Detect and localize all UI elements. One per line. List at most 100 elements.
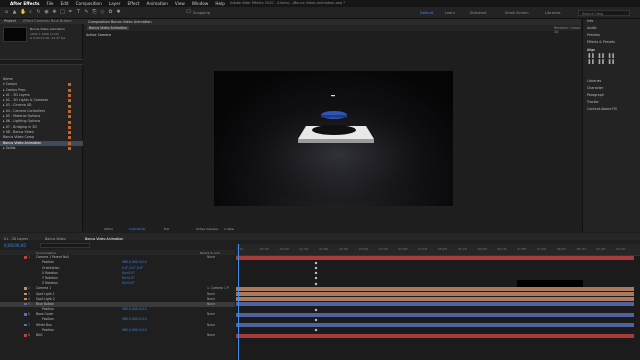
menu-file[interactable]: File bbox=[47, 1, 54, 6]
label-color-swatch[interactable] bbox=[68, 141, 71, 145]
pen-tool-icon[interactable]: ✒ bbox=[68, 10, 73, 15]
layer-label-color[interactable] bbox=[24, 292, 27, 296]
layer-label-color[interactable] bbox=[24, 313, 27, 316]
property-track[interactable] bbox=[236, 328, 634, 333]
menu-edit[interactable]: Edit bbox=[61, 1, 69, 6]
zoom-level[interactable]: (50%) bbox=[104, 227, 113, 231]
label-color-swatch[interactable] bbox=[68, 104, 71, 108]
rotate-tool-icon[interactable]: ↻ bbox=[36, 10, 41, 15]
source-name-header[interactable]: Source Name bbox=[36, 251, 56, 255]
layer-name[interactable]: Position bbox=[42, 307, 54, 311]
layer-duration-bar[interactable] bbox=[236, 302, 634, 307]
layer-label-color[interactable] bbox=[24, 323, 27, 327]
layer-name[interactable]: Position bbox=[42, 260, 54, 264]
composition-tab[interactable]: Composition Bonus Video Animation bbox=[88, 20, 152, 24]
property-track[interactable] bbox=[236, 266, 634, 270]
menu-view[interactable]: View bbox=[175, 1, 185, 6]
workspace-standard[interactable]: Standard bbox=[470, 11, 486, 15]
eraser-tool-icon[interactable]: ◇ bbox=[100, 10, 105, 15]
parent-select[interactable]: None bbox=[207, 333, 215, 337]
menu-help[interactable]: Help bbox=[215, 1, 225, 6]
layer-name[interactable]: Spot Light 2 bbox=[36, 297, 55, 301]
property-value[interactable]: 0x+0.0° bbox=[122, 276, 135, 280]
roto-tool-icon[interactable]: ✿ bbox=[108, 10, 113, 15]
pan-behind-tool-icon[interactable]: ✥ bbox=[52, 10, 57, 15]
workspace-default[interactable]: Default bbox=[420, 11, 433, 15]
menu-composition[interactable]: Composition bbox=[76, 1, 102, 6]
layer-duration-bar[interactable] bbox=[236, 323, 634, 328]
layer-name[interactable]: Camera 1 bbox=[36, 286, 51, 290]
layer-label-color[interactable] bbox=[24, 297, 27, 301]
property-value[interactable]: 0x+0.0° bbox=[122, 281, 135, 285]
label-color-swatch[interactable] bbox=[68, 109, 71, 113]
panel-info[interactable]: Info bbox=[587, 19, 593, 23]
layer-label-color[interactable] bbox=[24, 302, 27, 306]
menu-layer[interactable]: Layer bbox=[109, 1, 121, 6]
layer-duration-bar[interactable] bbox=[236, 286, 634, 291]
project-item[interactable]: ▸ Solids bbox=[0, 146, 83, 151]
camera-tool-icon[interactable]: ◉ bbox=[44, 10, 49, 15]
menu-effect[interactable]: Effect bbox=[127, 1, 139, 6]
layer-name[interactable]: Orientation bbox=[42, 266, 59, 270]
label-color-swatch[interactable] bbox=[68, 120, 71, 124]
timeline-search-input[interactable] bbox=[40, 243, 90, 248]
comp-canvas[interactable] bbox=[214, 71, 453, 206]
label-color-swatch[interactable] bbox=[68, 99, 71, 103]
property-value[interactable]: 0.0°,0.0°,0.0° bbox=[122, 266, 143, 270]
layer-name[interactable]: X Rotation bbox=[42, 271, 58, 275]
align-buttons[interactable]: ▐▌▐▌▐▌ bbox=[587, 53, 637, 58]
layer-name[interactable]: White Box bbox=[36, 323, 52, 327]
views-layout-select[interactable]: 1 View bbox=[224, 227, 234, 231]
layer-duration-bar[interactable] bbox=[236, 333, 634, 338]
layer-row[interactable]: 8 BKG None bbox=[0, 333, 235, 338]
layer-name[interactable]: Y Rotation bbox=[42, 276, 58, 280]
panel-tracker[interactable]: Tracker bbox=[587, 100, 599, 104]
parent-select[interactable]: None bbox=[207, 312, 215, 316]
property-value[interactable]: 960.0,540.0,0.0 bbox=[122, 260, 147, 264]
layer-name[interactable]: Position bbox=[42, 317, 54, 321]
layer-label-color[interactable] bbox=[24, 287, 27, 290]
rectangle-tool-icon[interactable]: □ bbox=[60, 10, 65, 15]
label-color-swatch[interactable] bbox=[68, 88, 71, 92]
label-color-swatch[interactable] bbox=[68, 115, 71, 119]
workspace-small-screen[interactable]: Small Screen bbox=[505, 11, 528, 15]
distribute-buttons[interactable]: ▐▌▐▌▐▌ bbox=[587, 59, 637, 64]
panel-content-aware-fill[interactable]: Content-Aware Fill bbox=[587, 107, 617, 111]
layer-name[interactable]: Blue Button bbox=[36, 302, 54, 306]
parent-select[interactable]: None bbox=[207, 292, 215, 296]
selection-tool-icon[interactable]: ▲ bbox=[12, 10, 17, 15]
current-time-indicator[interactable] bbox=[238, 244, 239, 360]
layer-label-color[interactable] bbox=[24, 256, 27, 259]
panel-paragraph[interactable]: Paragraph bbox=[587, 93, 604, 97]
property-value[interactable]: 0x+0.0° bbox=[122, 271, 135, 275]
property-track[interactable] bbox=[236, 271, 634, 276]
resolution-select[interactable]: Full bbox=[164, 227, 169, 231]
layer-name[interactable]: Spot Light 1 bbox=[36, 292, 55, 296]
panel-libraries[interactable]: Libraries bbox=[587, 79, 601, 83]
layer-duration-bar[interactable] bbox=[236, 255, 634, 260]
property-value[interactable]: 960.0,540.0,0.0 bbox=[122, 328, 147, 332]
layer-name[interactable]: Camera 1 Parent Null bbox=[36, 255, 69, 259]
search-help-input[interactable]: Search Help bbox=[578, 10, 630, 16]
property-value[interactable]: 960.0,540.0,0.0 bbox=[122, 307, 147, 311]
label-color-swatch[interactable] bbox=[68, 125, 71, 129]
workspace-libraries[interactable]: Libraries bbox=[545, 11, 561, 15]
label-color-swatch[interactable] bbox=[68, 147, 71, 151]
zoom-tool-icon[interactable]: ⌕ bbox=[28, 10, 33, 15]
timeline-tab-bonus-animation[interactable]: Bonus Video Animation bbox=[85, 237, 123, 241]
layer-duration-bar[interactable] bbox=[236, 312, 634, 317]
project-tab[interactable]: Project Effect Controls: Blue Button bbox=[0, 19, 86, 24]
panel-audio[interactable]: Audio bbox=[587, 26, 596, 30]
property-value[interactable]: 960.0,540.0,0.0 bbox=[122, 317, 147, 321]
menu-window[interactable]: Window bbox=[192, 1, 209, 6]
property-track[interactable] bbox=[236, 318, 634, 322]
menu-app[interactable]: After Effects bbox=[10, 1, 40, 6]
parent-select[interactable]: 1. Camera 1 P bbox=[207, 286, 229, 290]
camera-view-select[interactable]: Active Camera bbox=[196, 227, 218, 231]
parent-select[interactable]: None bbox=[207, 255, 215, 259]
label-color-swatch[interactable] bbox=[68, 94, 71, 98]
parent-select[interactable]: None bbox=[207, 297, 215, 301]
parent-select[interactable]: None bbox=[207, 302, 215, 306]
label-color-swatch[interactable] bbox=[68, 136, 71, 140]
label-color-swatch[interactable] bbox=[68, 83, 71, 87]
